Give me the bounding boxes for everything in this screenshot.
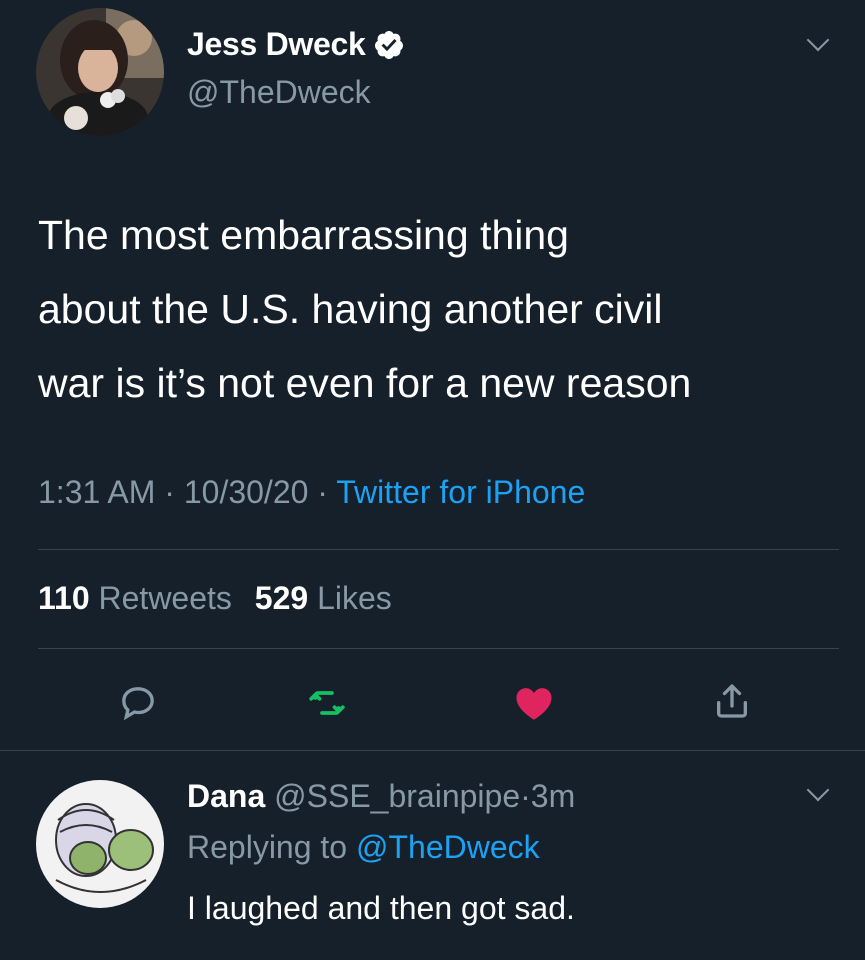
likes-label: Likes — [317, 580, 392, 616]
author-handle[interactable]: @TheDweck — [187, 74, 371, 111]
reply-author-name[interactable]: Dana — [187, 778, 265, 814]
author-name[interactable]: Jess Dweck — [187, 26, 366, 63]
retweets-label: Retweets — [98, 580, 232, 616]
author-name-row[interactable]: Jess Dweck — [187, 26, 405, 63]
divider — [38, 549, 839, 550]
tweet-date[interactable]: 10/30/20 — [184, 474, 309, 510]
verified-badge-icon — [373, 29, 405, 61]
replying-to-handle[interactable]: @TheDweck — [356, 829, 540, 865]
reply-text: I laughed and then got sad. — [187, 890, 575, 926]
replying-to-label: Replying to — [187, 829, 348, 865]
tweet-menu-chevron-icon[interactable] — [806, 28, 830, 52]
tweet-stats: 110 Retweets 529 Likes — [38, 580, 392, 617]
likes-count: 529 — [254, 580, 309, 616]
reply-author-avatar[interactable] — [36, 780, 164, 908]
meta-separator: · — [317, 474, 328, 510]
author-avatar[interactable] — [36, 8, 164, 136]
retweets-stat[interactable]: 110 Retweets — [38, 580, 241, 616]
tweet-source-link[interactable]: Twitter for iPhone — [336, 474, 585, 510]
tweet-time[interactable]: 1:31 AM — [38, 474, 155, 510]
reply-header: Dana @SSE_brainpipe·3m — [187, 778, 575, 815]
reply-time[interactable]: 3m — [531, 778, 575, 814]
tweet-text-line: The most embarrassing thing — [38, 212, 569, 258]
tweet-meta: 1:31 AM · 10/30/20 · Twitter for iPhone — [38, 474, 585, 511]
reply-author-handle[interactable]: @SSE_brainpipe — [274, 778, 520, 814]
like-icon[interactable] — [512, 682, 556, 729]
retweet-icon[interactable] — [306, 683, 348, 728]
reply-menu-chevron-icon[interactable] — [806, 778, 830, 802]
share-icon[interactable] — [712, 680, 752, 727]
meta-separator: · — [520, 778, 531, 814]
likes-stat[interactable]: 529 Likes — [255, 580, 392, 616]
replying-to: Replying to @TheDweck — [187, 829, 540, 866]
meta-separator: · — [164, 474, 175, 510]
tweet-text-line: war is it’s not even for a new reason — [38, 360, 692, 406]
divider — [38, 648, 839, 649]
tweet-text-line: about the U.S. having another civil — [38, 286, 663, 332]
reply-icon[interactable] — [118, 683, 158, 728]
tweet-text: The most embarrassing thing about the U.… — [38, 198, 691, 420]
retweets-count: 110 — [38, 580, 90, 616]
divider — [0, 750, 865, 751]
